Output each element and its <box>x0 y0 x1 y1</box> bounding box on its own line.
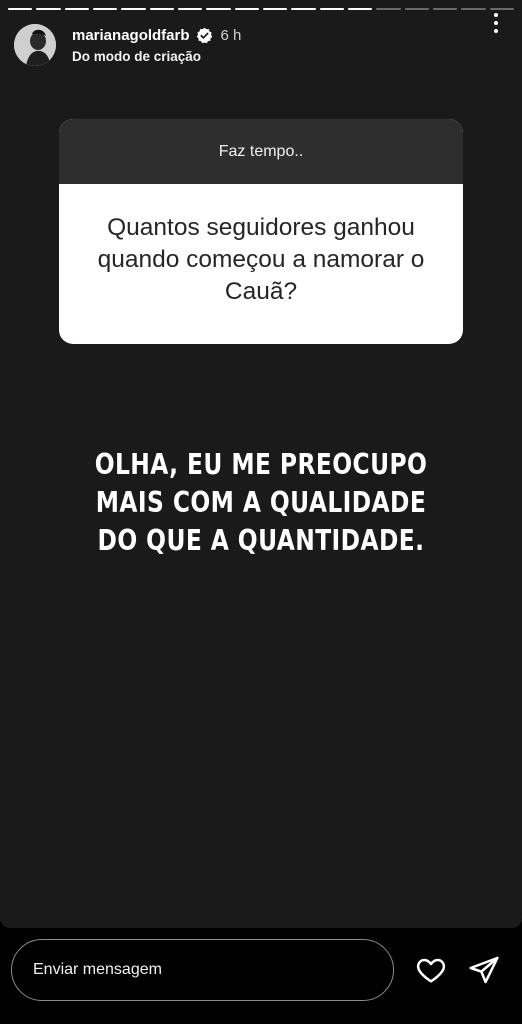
answer-text: OLHA, EU ME PREOCUPO MAIS COM A QUALIDAD… <box>80 446 442 560</box>
username[interactable]: marianagoldfarb <box>72 27 190 44</box>
story-subtitle[interactable]: Do modo de criação <box>72 49 241 64</box>
progress-segment <box>177 8 203 10</box>
progress-segment <box>347 8 373 10</box>
message-input[interactable]: Enviar mensagem <box>11 939 394 1001</box>
avatar[interactable] <box>14 24 56 66</box>
story-viewer[interactable]: marianagoldfarb 6 h Do modo de criação F… <box>0 0 522 928</box>
question-text: Quantos seguidores ganhou quando começou… <box>97 214 425 305</box>
progress-segment <box>461 8 486 10</box>
answer-line: DO QUE A QUANTIDADE. <box>97 524 425 557</box>
message-placeholder: Enviar mensagem <box>33 961 162 978</box>
progress-segment <box>121 8 146 10</box>
answer-line: MAIS COM A QUALIDADE <box>95 486 427 519</box>
answer-line: OLHA, EU ME PREOCUPO <box>94 448 428 481</box>
progress-segment <box>64 8 89 10</box>
progress-segment <box>8 8 33 10</box>
story-header: marianagoldfarb 6 h Do modo de criação <box>14 22 508 68</box>
reply-bar: Enviar mensagem <box>0 928 522 1024</box>
question-sticker[interactable]: Faz tempo.. Quantos seguidores ganhou qu… <box>59 119 463 344</box>
verified-badge-icon <box>196 27 213 44</box>
story-meta: marianagoldfarb 6 h Do modo de criação <box>72 27 241 64</box>
progress-segment <box>319 8 344 10</box>
progress-segment <box>376 8 401 10</box>
progress-segment <box>206 8 231 10</box>
post-time: 6 h <box>220 26 242 44</box>
progress-segment <box>432 8 458 10</box>
more-vertical-icon[interactable] <box>484 10 508 36</box>
question-title: Faz tempo.. <box>59 119 463 184</box>
story-progress-bar <box>8 8 514 10</box>
progress-segment <box>92 8 118 10</box>
progress-segment <box>36 8 61 10</box>
progress-segment <box>234 8 259 10</box>
progress-segment <box>291 8 316 10</box>
progress-segment <box>262 8 288 10</box>
heart-icon[interactable] <box>415 954 447 986</box>
progress-segment <box>149 8 174 10</box>
paper-plane-icon[interactable] <box>468 954 500 986</box>
progress-segment <box>404 8 429 10</box>
